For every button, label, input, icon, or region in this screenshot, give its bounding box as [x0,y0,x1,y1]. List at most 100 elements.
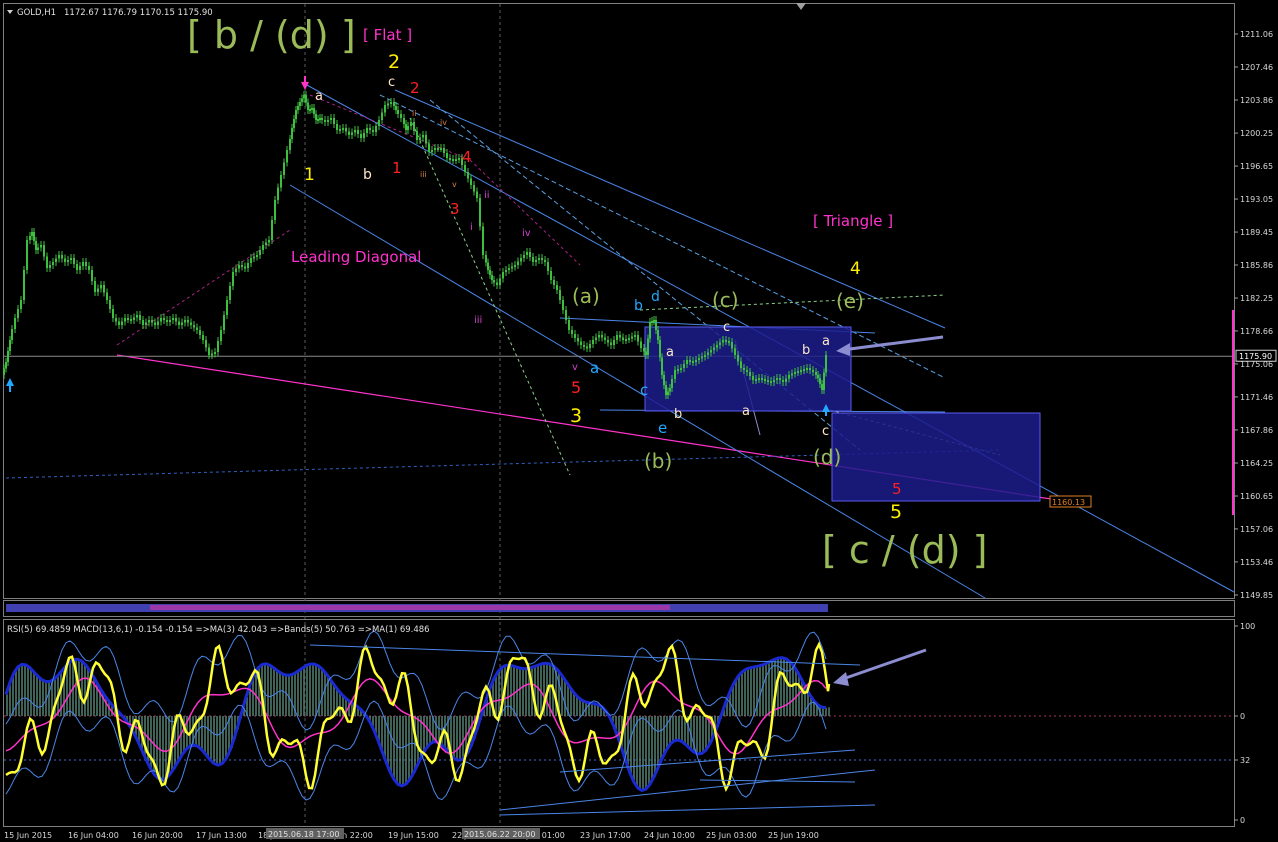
candle-body [317,119,319,121]
candle-body [336,124,338,130]
macd-histogram-bar [162,716,164,780]
candle-body [324,120,326,122]
macd-histogram-bar [591,703,593,716]
macd-histogram-bar [135,716,137,736]
wave-label: c [388,75,395,90]
arrow-head-icon [833,672,849,686]
macd-histogram-bar [519,667,521,716]
candle-body [381,112,383,120]
candle-body [301,98,303,102]
macd-histogram-bar [498,671,500,716]
candle-body [283,162,285,175]
candle-body [17,309,19,318]
macd-histogram-bar [222,716,224,764]
candle-body [190,322,192,325]
candle-body [716,345,718,348]
candle-body [253,256,255,259]
candle-body [46,256,48,268]
macd-histogram-bar [639,716,641,790]
candle-body [416,131,418,140]
candle-body [145,322,147,325]
candle-body [710,350,712,353]
candle-body [674,370,676,379]
candle-body [100,285,102,289]
candle-body [348,131,350,135]
wave-label: c [822,424,829,439]
candle-body [85,262,87,266]
candle-body [154,322,156,325]
candle-body [446,153,448,158]
candle-body [583,345,585,347]
macd-histogram-bar [654,716,656,777]
macd-histogram-bar [312,663,314,716]
wave-label: (c) [712,288,739,312]
candle-body [5,362,7,369]
candle-body [97,288,99,292]
candle-body [157,321,159,325]
candle-body [707,352,709,355]
wave-label: c [723,320,730,335]
macd-histogram-bar [630,716,632,774]
candle-body [103,285,105,293]
x-tick-label: 24 Jun 10:00 [644,831,695,840]
macd-histogram-bar [324,671,326,716]
candle-body [133,317,135,320]
candle-body [449,158,451,160]
wave-label: ii [484,190,490,201]
candle-body [9,340,11,351]
candle-body [360,134,362,138]
macd-histogram-bar [81,660,83,716]
macd-histogram-bar [792,663,794,716]
symbol-dropdown-icon[interactable] [7,10,13,14]
macd-histogram-bar [93,675,95,716]
y-tick-label: 1182.25 [1240,294,1273,303]
macd-histogram-bar [249,687,251,716]
wave-label: [ c / (d) ] [822,528,987,572]
candle-body [532,257,534,262]
candle-body [713,347,715,350]
candle-body [779,378,781,380]
candle-body [746,370,748,372]
chart-shift-marker-icon[interactable] [796,3,806,10]
candle-body [568,320,570,330]
macd-histogram-bar [681,716,683,742]
candle-body [339,129,341,131]
candle-body [52,262,54,265]
indicator-title: RSI(5) 69.4859 MACD(13,6,1) -0.154 -0.15… [7,625,430,635]
candle-body [631,336,633,339]
candle-body [667,391,669,395]
candle-body [175,318,177,322]
candle-body [327,120,329,122]
candle-body [425,135,427,144]
macd-histogram-bar [390,716,392,772]
candle-body [333,118,335,124]
candle-body [749,372,751,376]
macd-histogram-bar [564,678,566,716]
candle-body [3,368,5,375]
y-tick-label: 1189.45 [1240,228,1273,237]
candle-body [535,260,537,262]
macd-histogram-bar [285,674,287,716]
x-tick-label: 15 Jun 2015 [4,831,52,840]
candle-body [770,381,772,383]
x-tick-label: 25 Jun 03:00 [706,831,757,840]
wave-label: 3 [570,405,582,427]
ind-y-tick-label: 32 [1240,756,1250,765]
candle-body [403,118,405,124]
candle-body [277,187,279,200]
candle-body [806,368,808,370]
trading-chart[interactable]: [ b / (d) ] [ Flat ] [ Triangle ] Leading D… [0,0,1278,842]
x-tick-label: 17 Jun 13:00 [196,831,247,840]
macd-histogram-bar [399,716,401,786]
candle-body [661,357,663,375]
candle-body [677,369,679,371]
candle-body [458,158,460,160]
candle-body [7,351,9,362]
y-tick-label: 1157.06 [1240,525,1273,534]
macd-histogram-bar [213,716,215,763]
macd-histogram-bar [36,674,38,716]
wave-label: [ b / (d) ] [187,13,356,57]
macd-histogram-bar [303,667,305,716]
candle-body [719,342,721,345]
candle-body [61,255,63,259]
